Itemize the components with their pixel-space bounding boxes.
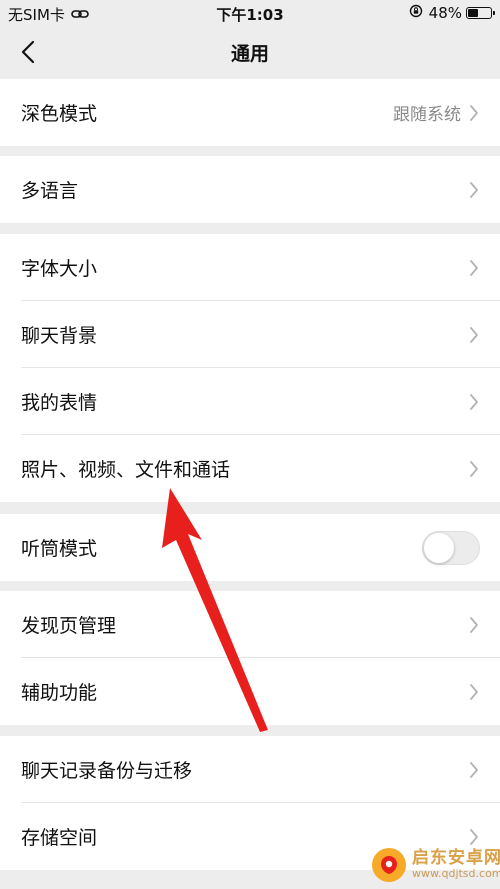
settings-group-receiver: 听筒模式 bbox=[0, 514, 500, 581]
chevron-right-icon bbox=[469, 393, 479, 411]
chevron-right-icon bbox=[469, 460, 479, 478]
chevron-right-icon bbox=[469, 683, 479, 701]
settings-group-display: 深色模式 跟随系统 bbox=[0, 79, 500, 146]
settings-item-label: 辅助功能 bbox=[21, 682, 98, 704]
settings-item-label: 我的表情 bbox=[21, 392, 98, 414]
chevron-right-icon bbox=[469, 259, 479, 277]
settings-item-label: 听筒模式 bbox=[21, 538, 98, 560]
status-right: 48% bbox=[409, 4, 495, 22]
battery-icon bbox=[466, 7, 495, 19]
toggle-knob bbox=[424, 532, 454, 563]
settings-item-chat-background[interactable]: 聊天背景 bbox=[0, 301, 500, 368]
navigation-bar: 通用 bbox=[0, 26, 500, 78]
page-title: 通用 bbox=[230, 43, 269, 65]
battery-fill bbox=[468, 9, 478, 17]
settings-item-media-files-calls[interactable]: 照片、视频、文件和通话 bbox=[0, 435, 500, 502]
chevron-right-icon bbox=[469, 181, 479, 199]
watermark-logo-icon bbox=[372, 848, 406, 882]
chevron-right-icon bbox=[469, 761, 479, 779]
settings-item-font-size[interactable]: 字体大小 bbox=[0, 234, 500, 301]
chevron-right-icon bbox=[469, 828, 479, 846]
settings-group-features: 发现页管理 辅助功能 bbox=[0, 591, 500, 725]
settings-item-my-stickers[interactable]: 我的表情 bbox=[0, 368, 500, 435]
settings-item-label: 字体大小 bbox=[21, 258, 98, 280]
settings-group-appearance: 字体大小 聊天背景 我的表情 照片、视频、文件和通话 bbox=[0, 234, 500, 502]
rotation-lock-icon bbox=[409, 4, 423, 22]
settings-item-label: 深色模式 bbox=[21, 103, 98, 125]
settings-item-value: 跟随系统 bbox=[393, 105, 461, 125]
settings-item-label: 聊天背景 bbox=[21, 325, 98, 347]
settings-item-discover-management[interactable]: 发现页管理 bbox=[0, 591, 500, 658]
settings-item-label: 聊天记录备份与迁移 bbox=[21, 760, 193, 782]
chevron-right-icon bbox=[469, 104, 479, 122]
settings-group-language: 多语言 bbox=[0, 156, 500, 223]
settings-item-dark-mode[interactable]: 深色模式 跟随系统 bbox=[0, 79, 500, 146]
watermark: 启东安卓网 www.qdjtsd.com bbox=[372, 848, 500, 882]
status-bar: 无SIM卡 下午1:03 48% bbox=[0, 0, 500, 26]
watermark-url: www.qdjtsd.com bbox=[412, 867, 500, 881]
chevron-right-icon bbox=[469, 616, 479, 634]
settings-item-chat-backup[interactable]: 聊天记录备份与迁移 bbox=[0, 736, 500, 803]
settings-item-label: 多语言 bbox=[21, 180, 79, 202]
settings-item-label: 照片、视频、文件和通话 bbox=[21, 459, 231, 481]
settings-item-label: 发现页管理 bbox=[21, 615, 117, 637]
battery-percent: 48% bbox=[428, 4, 462, 22]
settings-item-receiver-mode: 听筒模式 bbox=[0, 514, 500, 581]
settings-item-language[interactable]: 多语言 bbox=[0, 156, 500, 223]
watermark-text: 启东安卓网 www.qdjtsd.com bbox=[412, 848, 500, 881]
chevron-right-icon bbox=[469, 326, 479, 344]
receiver-mode-toggle[interactable] bbox=[422, 530, 480, 565]
settings-item-accessibility[interactable]: 辅助功能 bbox=[0, 658, 500, 725]
settings-item-label: 存储空间 bbox=[21, 827, 98, 849]
watermark-title: 启东安卓网 bbox=[412, 848, 500, 869]
